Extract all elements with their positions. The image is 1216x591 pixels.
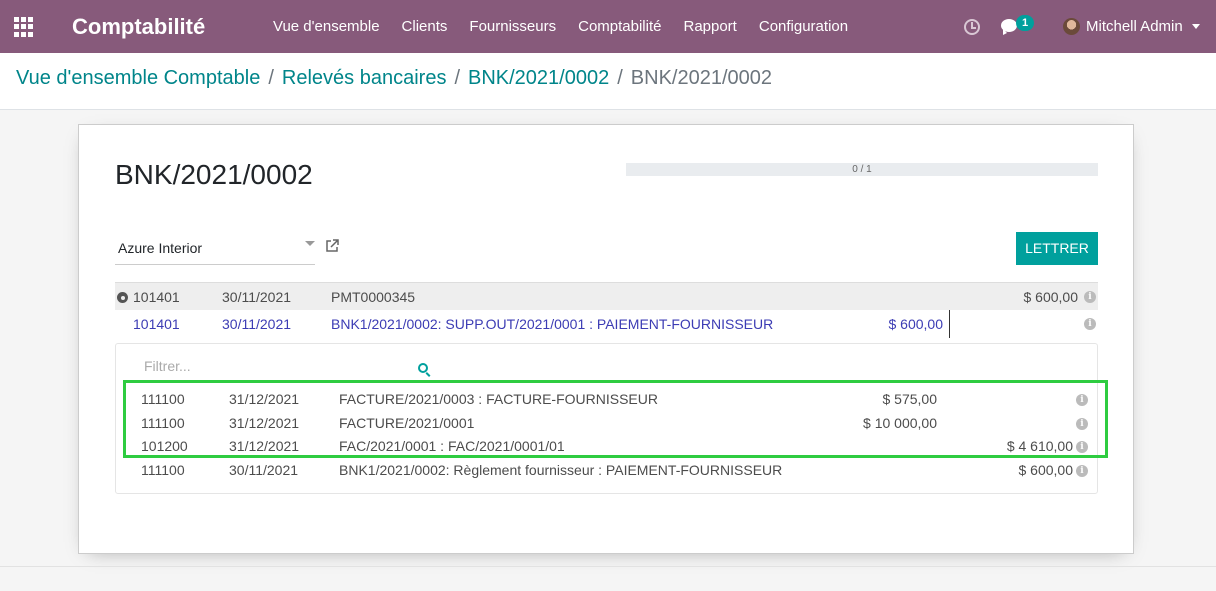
user-menu[interactable]: Mitchell Admin	[1063, 0, 1200, 53]
chat-counter-badge: 1	[1016, 15, 1034, 31]
matching-line-row[interactable]: 101200 31/12/2021 FAC/2021/0001 : FAC/20…	[116, 435, 1097, 459]
line-account: 101401	[133, 289, 180, 305]
line-debit: $ 600,00	[888, 316, 944, 332]
menu-item-overview[interactable]: Vue d'ensemble	[262, 18, 391, 35]
menu-item-vendors[interactable]: Fournisseurs	[458, 18, 567, 35]
line-label: PMT0000345	[331, 289, 416, 305]
statement-line-row[interactable]: 101401 30/11/2021 PMT0000345 $ 600,00 i	[115, 282, 1098, 310]
matching-lines-list: 111100 31/12/2021 FACTURE/2021/0003 : FA…	[116, 388, 1097, 482]
info-icon[interactable]: i	[1076, 417, 1088, 430]
line-date: 30/11/2021	[222, 289, 292, 305]
dropdown-caret-icon[interactable]	[305, 241, 315, 246]
matching-line-row[interactable]: 111100 30/11/2021 BNK1/2021/0002: Règlem…	[116, 459, 1097, 483]
breadcrumb: Vue d'ensemble Comptable / Relevés banca…	[16, 67, 772, 90]
messaging-chat-icon[interactable]	[1001, 19, 1017, 35]
breadcrumb-separator: /	[268, 67, 274, 89]
line-label: FACTURE/2021/0003 : FACTURE-FOURNISSEUR	[339, 391, 658, 407]
top-navbar: Comptabilité Vue d'ensemble Clients Four…	[0, 0, 1216, 53]
statement-title: BNK/2021/0002	[115, 159, 313, 190]
breadcrumb-accounting-overview[interactable]: Vue d'ensemble Comptable	[16, 67, 260, 90]
page-bottom-divider	[0, 566, 1216, 567]
main-menu: Vue d'ensemble Clients Fournisseurs Comp…	[262, 0, 859, 53]
line-debit: $ 10 000,00	[863, 414, 937, 431]
breadcrumb-separator: /	[617, 67, 623, 89]
menu-item-configuration[interactable]: Configuration	[748, 18, 859, 35]
partner-select[interactable]: Azure Interior	[115, 232, 315, 265]
line-label: FACTURE/2021/0001	[339, 414, 475, 431]
info-icon[interactable]: i	[1076, 394, 1088, 406]
menu-item-accounting[interactable]: Comptabilité	[567, 18, 672, 35]
menu-item-reporting[interactable]: Rapport	[672, 18, 747, 35]
apps-menu-icon[interactable]	[14, 17, 34, 37]
reconcile-button[interactable]: LETTRER	[1016, 232, 1098, 265]
info-icon[interactable]: i	[1084, 291, 1096, 303]
statement-lines-table: 101401 30/11/2021 PMT0000345 $ 600,00 i …	[115, 282, 1098, 338]
line-account: 111100	[141, 461, 185, 478]
chevron-down-icon	[1191, 24, 1200, 29]
proposed-line-row[interactable]: 101401 30/11/2021 BNK1/2021/0002: SUPP.O…	[115, 310, 1098, 338]
gear-icon[interactable]	[117, 292, 128, 303]
info-icon[interactable]: i	[1076, 464, 1088, 477]
line-label: BNK1/2021/0002: SUPP.OUT/2021/0001 : PAI…	[331, 316, 774, 332]
line-date: 30/11/2021	[229, 461, 299, 478]
app-title[interactable]: Comptabilité	[72, 14, 205, 40]
info-icon[interactable]: i	[1076, 441, 1088, 453]
control-panel: Vue d'ensemble Comptable / Relevés banca…	[0, 53, 1216, 110]
matching-line-row[interactable]: 111100 31/12/2021 FACTURE/2021/0003 : FA…	[116, 388, 1097, 412]
line-account: 111100	[141, 391, 185, 407]
matching-line-row[interactable]: 111100 31/12/2021 FACTURE/2021/0001 $ 10…	[116, 412, 1097, 436]
line-debit: $ 575,00	[882, 391, 938, 407]
reconciliation-progress-bar: 0 / 1	[626, 163, 1098, 176]
breadcrumb-bank-statements[interactable]: Relevés bancaires	[282, 67, 447, 90]
breadcrumb-statement[interactable]: BNK/2021/0002	[468, 67, 609, 90]
filter-input[interactable]: Filtrer...	[144, 358, 434, 380]
user-name: Mitchell Admin	[1086, 18, 1183, 35]
line-account: 101200	[141, 438, 188, 454]
user-avatar	[1063, 18, 1080, 35]
external-link-icon[interactable]	[325, 239, 339, 253]
line-credit: $ 600,00	[1018, 461, 1074, 478]
line-date: 31/12/2021	[229, 391, 300, 407]
line-account: 111100	[141, 414, 185, 431]
reconciliation-sheet: BNK/2021/0002 0 / 1 Azure Interior LETTR…	[78, 124, 1134, 554]
breadcrumb-separator: /	[454, 67, 460, 89]
line-account: 101401	[133, 316, 180, 332]
breadcrumb-current: BNK/2021/0002	[630, 67, 773, 89]
search-icon[interactable]	[418, 363, 428, 373]
progress-text: 0 / 1	[852, 164, 872, 175]
line-date: 31/12/2021	[229, 438, 300, 454]
line-date: 30/11/2021	[222, 316, 292, 332]
line-credit: $ 4 610,00	[1006, 438, 1073, 454]
line-label: FAC/2021/0001 : FAC/2021/0001/01	[339, 438, 565, 454]
menu-item-customers[interactable]: Clients	[391, 18, 459, 35]
partner-value: Azure Interior	[118, 240, 203, 256]
line-label: BNK1/2021/0002: Règlement fournisseur : …	[339, 461, 783, 478]
line-credit: $ 600,00	[1023, 289, 1079, 305]
line-date: 31/12/2021	[229, 414, 300, 431]
info-icon[interactable]: i	[1084, 318, 1096, 330]
activity-clock-icon[interactable]	[964, 19, 980, 35]
matching-panel: Filtrer... 111100 31/12/2021 FACTURE/202…	[115, 343, 1098, 494]
